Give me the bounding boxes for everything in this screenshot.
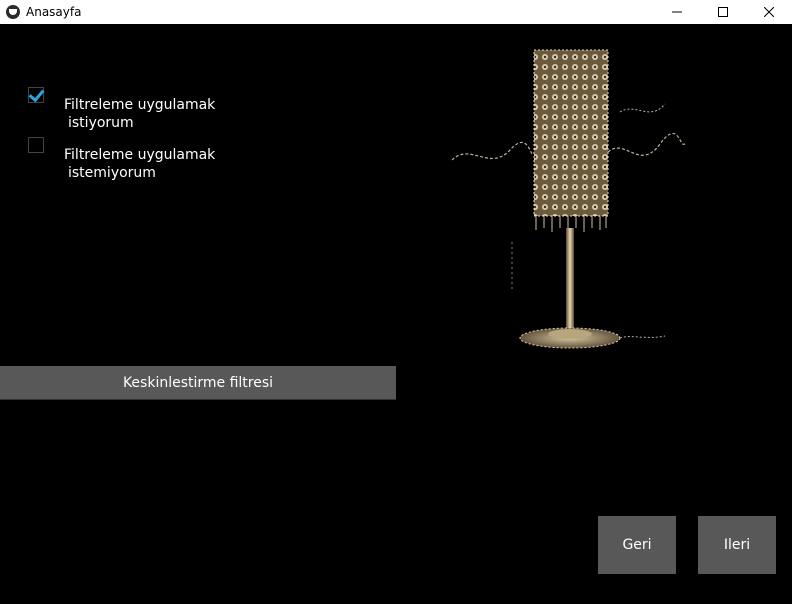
- window-title: Anasayfa: [26, 5, 82, 19]
- back-button[interactable]: Geri: [598, 516, 676, 574]
- app-icon: [6, 5, 20, 19]
- lamp-image: [451, 49, 687, 349]
- main-content: Filtreleme uygulamak istiyorum Filtrelem…: [0, 24, 792, 604]
- skip-filter-label-line2: istemiyorum: [68, 165, 156, 181]
- next-button[interactable]: Ileri: [698, 516, 776, 574]
- minimize-icon: [672, 11, 682, 13]
- skip-filter-checkbox[interactable]: [28, 137, 44, 153]
- skip-filter-label-line1: Filtreleme uygulamak: [64, 147, 216, 163]
- close-icon: [764, 7, 774, 17]
- title-bar: Anasayfa: [0, 0, 792, 24]
- maximize-button[interactable]: [700, 0, 746, 24]
- close-button[interactable]: [746, 0, 792, 24]
- filter-skip-option[interactable]: Filtreleme uygulamak istemiyorum: [28, 128, 224, 200]
- app-window: Anasayfa Filtreleme uygulamak istiyorum …: [0, 0, 792, 604]
- apply-filter-label-line1: Filtreleme uygulamak: [64, 97, 216, 113]
- minimize-button[interactable]: [654, 0, 700, 24]
- maximize-icon: [718, 7, 728, 17]
- sharpen-filter-button[interactable]: Keskinlestirme filtresi: [0, 366, 396, 400]
- skip-filter-label: Filtreleme uygulamak istemiyorum: [64, 128, 224, 200]
- apply-filter-checkbox[interactable]: [28, 87, 44, 103]
